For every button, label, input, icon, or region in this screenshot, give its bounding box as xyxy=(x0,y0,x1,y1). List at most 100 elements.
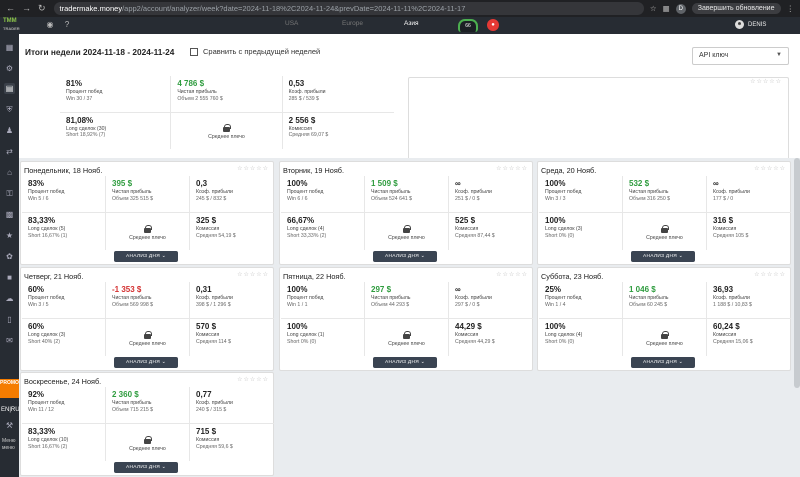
compare-checkbox[interactable]: Сравнить с предыдущей неделей xyxy=(190,47,320,56)
stat-sub: 1 188 $ / 10,83 $ xyxy=(713,301,752,308)
cloud-icon[interactable]: ☁ xyxy=(4,293,15,304)
home-icon[interactable]: ⌂ xyxy=(4,167,15,178)
stat-cell: 83,33% Long сделок (10) Short 16,67% (2) xyxy=(22,424,106,461)
stat-cell: Среднее плечо xyxy=(171,112,283,149)
gift-icon[interactable]: ■ xyxy=(4,272,15,283)
stat-cell: 1 046 $ Чистая прибыль Объем 60 245 $ xyxy=(623,282,707,319)
help-icon[interactable]: ? xyxy=(62,20,72,30)
stat-sub: Объем 316 250 $ xyxy=(629,195,671,202)
rating-stars[interactable]: ☆☆☆☆☆ xyxy=(754,165,786,172)
stat-value: 570 $ xyxy=(196,322,217,331)
stat-cell: -1 353 $ Чистая прибыль Объем 569 998 $ xyxy=(106,282,190,319)
day-analysis-button[interactable]: АНАЛИЗ ДНЯ ⌄ xyxy=(631,357,695,368)
stat-sub: 285 $ / 539 $ xyxy=(288,95,319,102)
stat-cell: 66,67% Long сделок (4) Short 33,33% (2) xyxy=(281,213,365,250)
rating-stars[interactable]: ☆☆☆☆☆ xyxy=(237,271,269,278)
update-button[interactable]: Завершить обновление xyxy=(691,3,781,14)
rating-stars[interactable]: ☆☆☆☆☆ xyxy=(750,78,782,85)
rating-stars[interactable]: ☆☆☆☆☆ xyxy=(754,271,786,278)
stat-sub: Объем 60 245 $ xyxy=(629,301,668,308)
dashboard-icon[interactable]: ▦ xyxy=(4,42,15,53)
rating-stars[interactable]: ☆☆☆☆☆ xyxy=(496,165,528,172)
day-analysis-button[interactable]: АНАЛИЗ ДНЯ ⌄ xyxy=(373,357,437,368)
stat-value: 60,24 $ xyxy=(713,322,740,331)
brain-icon[interactable]: ✿ xyxy=(4,251,15,262)
url-path: /app2/account/analyzer/week?date=2024-11… xyxy=(122,4,466,13)
day-card: Среда, 20 Нояб. ☆☆☆☆☆ 100% Процент побед Win… xyxy=(537,161,791,265)
lock-icon xyxy=(222,124,231,132)
settings-icon[interactable]: ⚙ xyxy=(4,63,15,74)
day-stats: 100% Процент побед Win 6 / 61 509 $ Чистая … xyxy=(281,176,533,250)
more-menu-icon[interactable]: ⋮ xyxy=(787,4,795,13)
forward-icon[interactable]: → xyxy=(22,3,31,14)
profile-avatar[interactable]: D xyxy=(675,3,686,14)
address-bar[interactable]: tradermake.money/app2/account/analyzer/w… xyxy=(53,2,644,15)
tools-icon[interactable]: ⚒ xyxy=(4,420,15,431)
day-analysis-button[interactable]: АНАЛИЗ ДНЯ ⌄ xyxy=(373,251,437,262)
stat-value: 2 360 $ xyxy=(112,390,139,399)
api-key-select[interactable]: API ключ ▼ xyxy=(692,47,789,65)
transfer-icon[interactable]: ⇄ xyxy=(4,146,15,157)
stat-cell: 525 $ Комиссия Средняя 87,44 $ xyxy=(449,213,533,250)
stat-value: 2 556 $ xyxy=(288,115,316,125)
eye-icon[interactable]: ◉ xyxy=(45,20,55,30)
notification-bell-icon[interactable]: ● xyxy=(487,19,499,31)
day-analysis-button[interactable]: АНАЛИЗ ДНЯ ⌄ xyxy=(114,357,178,368)
stat-cell: 83,33% Long сделок (5) Short 16,67% (1) xyxy=(22,213,106,250)
lock-icon xyxy=(144,330,152,339)
bar-chart-icon[interactable]: ▩ xyxy=(4,209,15,220)
stat-cell: 36,93 Коэф. прибыли 1 188 $ / 10,83 $ xyxy=(707,282,791,319)
rating-stars[interactable]: ☆☆☆☆☆ xyxy=(237,165,269,172)
promo-badge[interactable]: PROMO xyxy=(0,379,19,398)
day-analysis-label: АНАЛИЗ ДНЯ xyxy=(385,360,419,365)
stat-cell: 25% Процент побед Win 1 / 4 xyxy=(539,282,623,319)
stat-value: 325 $ xyxy=(196,216,217,225)
summary-stats: 81% Процент побед Win 30 / 37 4 786 $ Чистая… xyxy=(60,76,394,149)
stat-label: Среднее плечо xyxy=(388,234,425,241)
speed-gauge[interactable]: 66 xyxy=(458,19,478,32)
stat-label: Среднее плечо xyxy=(646,234,683,241)
shield-icon[interactable]: ⛨ xyxy=(4,104,15,115)
region-usa[interactable]: USA xyxy=(285,20,298,27)
mail-icon[interactable]: ✉ xyxy=(4,335,15,346)
stat-sub: Средняя 44,29 $ xyxy=(455,338,495,345)
analyzer-icon[interactable]: ▤ xyxy=(4,83,15,94)
stat-label: Среднее плечо xyxy=(646,340,683,347)
key-icon[interactable]: ⚿ xyxy=(4,188,15,199)
stat-value: 81,08% xyxy=(66,115,94,125)
reload-icon[interactable]: ↻ xyxy=(38,3,46,14)
extensions-icon[interactable]: ▦ xyxy=(663,4,670,13)
day-card: Вторник, 19 Нояб. ☆☆☆☆☆ 100% Процент побед W… xyxy=(279,161,533,265)
stat-value: -1 353 $ xyxy=(112,285,142,294)
users-icon[interactable]: ♟ xyxy=(4,125,15,136)
stat-cell: Среднее плечо xyxy=(365,319,449,356)
lock-icon xyxy=(144,435,152,444)
stat-sub: Short 40% (2) xyxy=(28,338,61,345)
checkbox-icon[interactable] xyxy=(190,47,198,56)
stat-sub: Win 30 / 37 xyxy=(66,95,93,102)
scrollbar[interactable] xyxy=(794,158,800,388)
stat-cell: 4 786 $ Чистая прибыль Объем 2 555 760 $ xyxy=(171,76,283,113)
rating-stars[interactable]: ☆☆☆☆☆ xyxy=(237,376,269,383)
day-analysis-button[interactable]: АНАЛИЗ ДНЯ ⌄ xyxy=(631,251,695,262)
day-analysis-button[interactable]: АНАЛИЗ ДНЯ ⌄ xyxy=(114,462,178,473)
stat-label: Среднее плечо xyxy=(388,340,425,347)
day-analysis-button[interactable]: АНАЛИЗ ДНЯ ⌄ xyxy=(114,251,178,262)
menu-label[interactable]: Меню меню xyxy=(2,438,19,452)
region-europe[interactable]: Europe xyxy=(342,20,363,27)
bookmark-star-icon[interactable]: ☆ xyxy=(650,4,657,13)
stat-sub: 177 $ / 0 xyxy=(713,195,734,202)
back-icon[interactable]: ← xyxy=(6,3,15,14)
stat-value: 395 $ xyxy=(112,179,133,188)
stat-value: 100% xyxy=(287,285,308,294)
rating-stars[interactable]: ☆☆☆☆☆ xyxy=(496,271,528,278)
user-menu[interactable]: ☻ DENIS xyxy=(735,20,766,29)
language-switch[interactable]: EN|RU xyxy=(1,407,20,413)
stat-sub: Win 6 / 6 xyxy=(287,195,308,202)
stat-value: 100% xyxy=(545,216,566,225)
region-asia[interactable]: Азия xyxy=(404,20,418,27)
stat-sub: Short 0% (0) xyxy=(545,232,575,239)
compare-label: Сравнить с предыдущей неделей xyxy=(203,47,321,56)
calendar-icon[interactable]: ▯ xyxy=(4,314,15,325)
trophy-icon[interactable]: ★ xyxy=(4,230,15,241)
